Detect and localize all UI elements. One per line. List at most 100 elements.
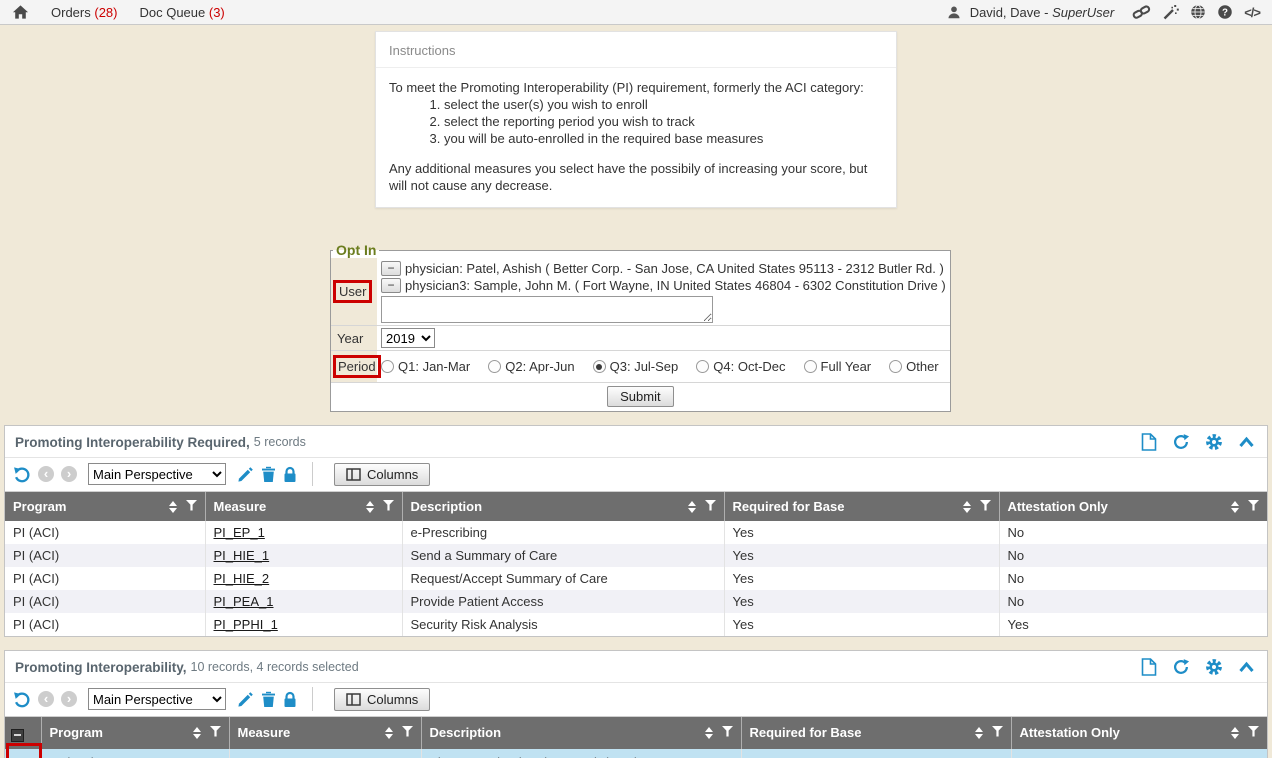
table-row: PI (ACI)PI_PEA_1Provide Patient AccessYe… bbox=[5, 590, 1267, 613]
period-option-q1[interactable]: Q1: Jan-Mar bbox=[381, 359, 470, 374]
year-select[interactable]: 2019 bbox=[381, 328, 435, 348]
filter-funnel-icon[interactable] bbox=[1248, 499, 1259, 514]
measure-link[interactable]: PI_PEA_1 bbox=[214, 594, 274, 609]
refresh-icon[interactable] bbox=[1172, 433, 1190, 451]
collapse-chevron-up-icon[interactable] bbox=[1238, 436, 1255, 449]
table-row: PI (ACI) PI_CCTPE_1 View, Download and T… bbox=[5, 749, 1267, 758]
lock-icon[interactable] bbox=[283, 691, 297, 708]
submit-button[interactable]: Submit bbox=[607, 386, 673, 407]
undo-icon[interactable] bbox=[13, 690, 31, 708]
user-search-input[interactable] bbox=[381, 296, 713, 323]
column-header-program[interactable]: Program bbox=[5, 492, 205, 521]
edit-pencil-icon[interactable] bbox=[237, 466, 254, 483]
selected-user-row: − physician3: Sample, John M. ( Fort Way… bbox=[381, 277, 946, 294]
user-icon bbox=[946, 4, 962, 20]
year-row: Year 2019 bbox=[331, 325, 950, 350]
radio-icon[interactable] bbox=[804, 360, 817, 373]
new-document-icon[interactable] bbox=[1141, 433, 1157, 451]
year-label: Year bbox=[333, 331, 363, 346]
sort-icon[interactable] bbox=[366, 501, 374, 513]
column-header-required-for-base[interactable]: Required for Base bbox=[724, 492, 999, 521]
code-icon[interactable]: </> bbox=[1244, 5, 1260, 20]
filter-funnel-icon[interactable] bbox=[980, 499, 991, 514]
column-header-description[interactable]: Description bbox=[421, 717, 741, 749]
perspective-select[interactable]: Main Perspective bbox=[88, 688, 226, 710]
selected-user-text: physician: Patel, Ashish ( Better Corp. … bbox=[405, 260, 944, 277]
column-header-attestation-only[interactable]: Attestation Only bbox=[999, 492, 1267, 521]
settings-gear-icon[interactable] bbox=[1205, 658, 1223, 676]
sort-icon[interactable] bbox=[1231, 727, 1239, 739]
prev-page-icon[interactable]: ‹ bbox=[38, 691, 54, 707]
filter-funnel-icon[interactable] bbox=[383, 499, 394, 514]
remove-user-button[interactable]: − bbox=[381, 278, 401, 293]
delete-trash-icon[interactable] bbox=[261, 691, 276, 708]
filter-funnel-icon[interactable] bbox=[705, 499, 716, 514]
sort-icon[interactable] bbox=[688, 501, 696, 513]
sort-icon[interactable] bbox=[385, 727, 393, 739]
current-user[interactable]: David, Dave - SuperUser bbox=[970, 5, 1115, 20]
filter-funnel-icon[interactable] bbox=[1248, 725, 1259, 740]
sort-icon[interactable] bbox=[193, 727, 201, 739]
period-row: Period Q1: Jan-Mar Q2: Apr-Jun Q3: Jul-S… bbox=[331, 350, 950, 382]
radio-icon[interactable] bbox=[696, 360, 709, 373]
nav-orders[interactable]: Orders (28) bbox=[51, 5, 117, 20]
help-icon[interactable]: ? bbox=[1217, 4, 1233, 20]
columns-button[interactable]: Columns bbox=[334, 688, 430, 711]
column-header-attestation-only[interactable]: Attestation Only bbox=[1011, 717, 1267, 749]
column-header-program[interactable]: Program bbox=[41, 717, 229, 749]
prev-page-icon[interactable]: ‹ bbox=[38, 466, 54, 482]
sort-icon[interactable] bbox=[963, 501, 971, 513]
edit-pencil-icon[interactable] bbox=[237, 691, 254, 708]
sort-icon[interactable] bbox=[1231, 501, 1239, 513]
column-header-measure[interactable]: Measure bbox=[205, 492, 402, 521]
next-page-icon[interactable]: › bbox=[61, 466, 77, 482]
table-row: PI (ACI)PI_EP_1e-PrescribingYesNo bbox=[5, 521, 1267, 544]
select-all-checkbox[interactable] bbox=[11, 729, 24, 742]
radio-icon[interactable] bbox=[593, 360, 606, 373]
columns-button[interactable]: Columns bbox=[334, 463, 430, 486]
filter-funnel-icon[interactable] bbox=[722, 725, 733, 740]
column-header-description[interactable]: Description bbox=[402, 492, 724, 521]
filter-funnel-icon[interactable] bbox=[992, 725, 1003, 740]
filter-funnel-icon[interactable] bbox=[186, 499, 197, 514]
panel-record-count: 10 records, 4 records selected bbox=[191, 660, 359, 674]
column-header-select-all[interactable] bbox=[5, 717, 41, 749]
settings-gear-icon[interactable] bbox=[1205, 433, 1223, 451]
period-option-full-year[interactable]: Full Year bbox=[804, 359, 872, 374]
panel-pi-required: Promoting Interoperability Required, 5 r… bbox=[4, 425, 1268, 637]
undo-icon[interactable] bbox=[13, 465, 31, 483]
lock-icon[interactable] bbox=[283, 466, 297, 483]
radio-icon[interactable] bbox=[381, 360, 394, 373]
link-icon[interactable] bbox=[1132, 4, 1151, 20]
column-header-required-for-base[interactable]: Required for Base bbox=[741, 717, 1011, 749]
delete-trash-icon[interactable] bbox=[261, 466, 276, 483]
selected-user-text: physician3: Sample, John M. ( Fort Wayne… bbox=[405, 277, 946, 294]
period-option-q2[interactable]: Q2: Apr-Jun bbox=[488, 359, 574, 374]
next-page-icon[interactable]: › bbox=[61, 691, 77, 707]
filter-funnel-icon[interactable] bbox=[402, 725, 413, 740]
measure-link[interactable]: PI_HIE_1 bbox=[214, 548, 270, 563]
home-icon[interactable] bbox=[12, 4, 29, 20]
globe-icon[interactable] bbox=[1190, 4, 1206, 20]
collapse-chevron-up-icon[interactable] bbox=[1238, 661, 1255, 674]
magic-wand-icon[interactable] bbox=[1162, 4, 1179, 20]
radio-icon[interactable] bbox=[889, 360, 902, 373]
period-option-q3[interactable]: Q3: Jul-Sep bbox=[593, 359, 679, 374]
panel-title: Promoting Interoperability Required, bbox=[15, 435, 250, 450]
measure-link[interactable]: PI_PPHI_1 bbox=[214, 617, 278, 632]
sort-icon[interactable] bbox=[975, 727, 983, 739]
nav-doc-queue[interactable]: Doc Queue (3) bbox=[139, 5, 224, 20]
filter-funnel-icon[interactable] bbox=[210, 725, 221, 740]
column-header-measure[interactable]: Measure bbox=[229, 717, 421, 749]
sort-icon[interactable] bbox=[169, 501, 177, 513]
remove-user-button[interactable]: − bbox=[381, 261, 401, 276]
measure-link[interactable]: PI_HIE_2 bbox=[214, 571, 270, 586]
measure-link[interactable]: PI_EP_1 bbox=[214, 525, 265, 540]
sort-icon[interactable] bbox=[705, 727, 713, 739]
radio-icon[interactable] bbox=[488, 360, 501, 373]
new-document-icon[interactable] bbox=[1141, 658, 1157, 676]
refresh-icon[interactable] bbox=[1172, 658, 1190, 676]
period-option-other[interactable]: Other bbox=[889, 359, 939, 374]
period-option-q4[interactable]: Q4: Oct-Dec bbox=[696, 359, 785, 374]
perspective-select[interactable]: Main Perspective bbox=[88, 463, 226, 485]
